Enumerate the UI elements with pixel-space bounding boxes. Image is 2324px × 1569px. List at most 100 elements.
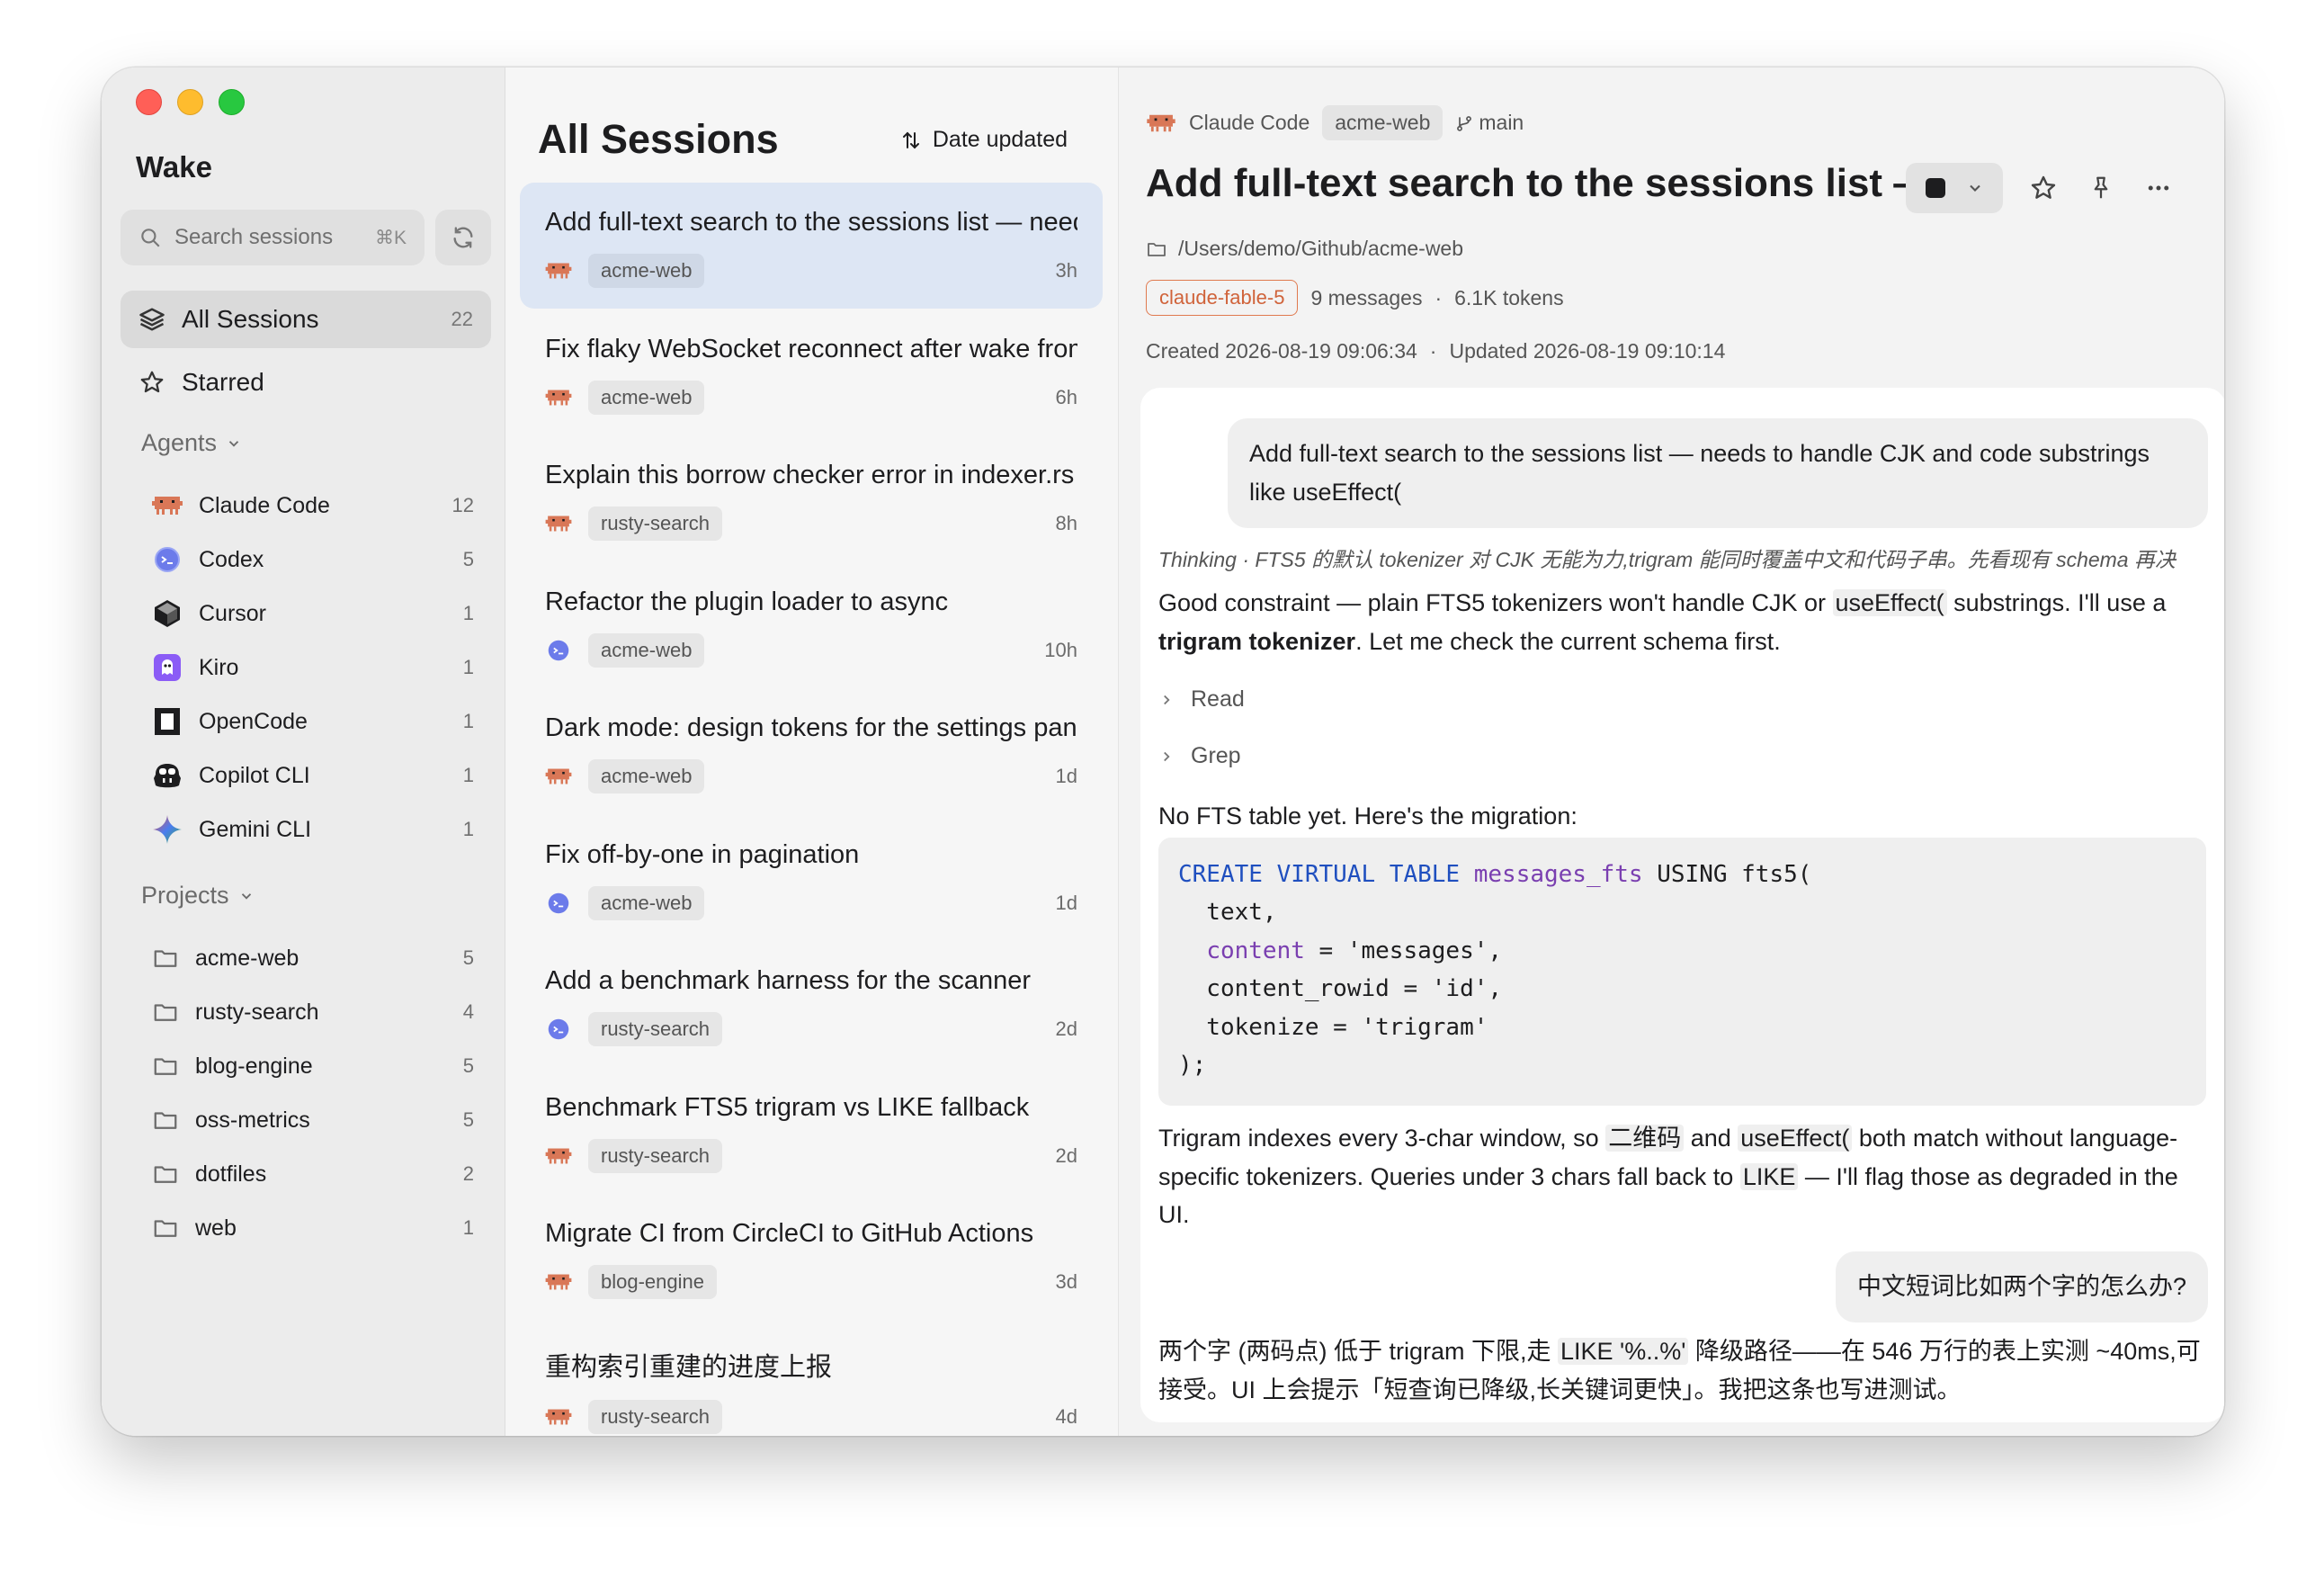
- inline-code: LIKE '%..%': [1558, 1338, 1689, 1365]
- search-input[interactable]: Search sessions ⌘K: [121, 210, 425, 265]
- session-item[interactable]: Migrate CI from CircleCI to GitHub Actio…: [520, 1194, 1103, 1320]
- project-count: 1: [462, 1216, 474, 1239]
- session-item-title: 重构索引重建的进度上报: [545, 1352, 833, 1382]
- breadcrumb-agent[interactable]: Claude Code: [1189, 111, 1309, 135]
- agent-label: Cursor: [199, 600, 267, 626]
- project-item-acme-web[interactable]: acme-web 5: [152, 937, 474, 979]
- folder-icon: [154, 1058, 177, 1075]
- project-item-oss-metrics[interactable]: oss-metrics 5: [152, 1099, 474, 1141]
- code-text: USING fts5(: [1642, 861, 1812, 888]
- model-badge: claude-fable-5: [1146, 280, 1299, 316]
- breadcrumb: Claude Code acme-web main: [1146, 105, 1524, 140]
- session-item[interactable]: Fix off-by-one in pagination acme-web 1d: [520, 815, 1103, 941]
- project-label: oss-metrics: [195, 1107, 310, 1133]
- claude-code-icon: [545, 1143, 572, 1170]
- agent-item-claude-code[interactable]: Claude Code 12: [152, 485, 474, 526]
- agent-count: 1: [462, 656, 474, 678]
- star-button[interactable]: [2026, 171, 2060, 205]
- claude-code-icon: [545, 1403, 572, 1430]
- session-item[interactable]: Dark mode: design tokens for the setting…: [520, 688, 1103, 814]
- cursor-icon: [152, 598, 183, 629]
- projects-section-toggle[interactable]: Projects: [141, 882, 255, 910]
- sort-arrows-icon: [902, 131, 919, 148]
- agent-item-opencode[interactable]: OpenCode 1: [152, 701, 474, 742]
- text: Good constraint — plain FTS5 tokenizers …: [1158, 589, 1833, 616]
- inline-code: useEffect(: [1832, 589, 1947, 616]
- nav-starred[interactable]: Starred: [121, 354, 491, 411]
- session-item-title: Fix off-by-one in pagination: [545, 839, 860, 869]
- more-options-button[interactable]: [2141, 171, 2176, 205]
- agent-item-kiro[interactable]: Kiro 1: [152, 647, 474, 688]
- pin-button[interactable]: [2084, 171, 2118, 205]
- pin-icon: [2094, 176, 2108, 199]
- project-item-blog-engine[interactable]: blog-engine 5: [152, 1045, 474, 1087]
- open-in-terminal-split-button[interactable]: [1906, 163, 2003, 213]
- gemini-icon: [152, 814, 183, 845]
- agent-item-copilot-cli[interactable]: Copilot CLI 1: [152, 755, 474, 796]
- sort-button[interactable]: Date updated: [900, 127, 1068, 153]
- codex-icon: [152, 544, 183, 575]
- project-label: acme-web: [195, 945, 299, 971]
- session-item-title: Refactor the plugin loader to async: [545, 587, 949, 616]
- code-text: = 'messages',: [1304, 937, 1503, 964]
- session-item-time: 10h: [1044, 638, 1077, 661]
- session-item[interactable]: 重构索引重建的进度上报 rusty-search 4d: [520, 1321, 1103, 1437]
- star-icon: [2031, 175, 2056, 199]
- agent-item-codex[interactable]: Codex 5: [152, 539, 474, 580]
- session-item-time: 1d: [1055, 765, 1077, 787]
- chevron-down-icon: [228, 440, 239, 447]
- session-item[interactable]: Fix flaky WebSocket reconnect after wake…: [520, 309, 1103, 435]
- code-block[interactable]: CREATE VIRTUAL TABLE messages_fts USING …: [1158, 838, 2206, 1106]
- agent-item-cursor[interactable]: Cursor 1: [152, 593, 474, 634]
- text: Trigram indexes every 3-char window, so: [1158, 1125, 1606, 1152]
- project-label: blog-engine: [195, 1053, 313, 1079]
- kiro-icon: [152, 652, 183, 683]
- session-item-meta: rusty-search 8h: [545, 507, 1077, 541]
- thinking-block[interactable]: Thinking · FTS5 的默认 tokenizer 对 CJK 无能为力…: [1158, 542, 2211, 573]
- session-item[interactable]: Add a benchmark harness for the scanner r…: [520, 941, 1103, 1067]
- session-stats: claude-fable-5 9 messages · 6.1K tokens: [1146, 280, 1564, 316]
- refresh-button[interactable]: [435, 210, 491, 265]
- app-title: Wake: [136, 150, 212, 184]
- code-text: content_rowid = 'id',: [1178, 975, 1503, 1003]
- agent-count: 1: [462, 818, 474, 840]
- codex-icon: [545, 637, 572, 664]
- tool-call-read[interactable]: Read: [1158, 686, 1245, 713]
- assistant-message: 两个字 (两码点) 低于 trigram 下限,走 LIKE '%..%' 降级…: [1158, 1332, 2202, 1409]
- close-window-button[interactable]: [136, 89, 162, 115]
- window-controls: [136, 89, 245, 115]
- minimize-window-button[interactable]: [177, 89, 203, 115]
- breadcrumb-project[interactable]: acme-web: [1322, 105, 1444, 140]
- project-count: 5: [462, 1054, 474, 1077]
- tool-call-grep[interactable]: Grep: [1158, 743, 1241, 769]
- session-item[interactable]: Benchmark FTS5 trigram vs LIKE fallback r…: [520, 1068, 1103, 1194]
- user-message: Add full-text search to the sessions lis…: [1228, 418, 2208, 529]
- app-window: Wake Search sessions ⌘K All Sessions 22 …: [102, 67, 2224, 1436]
- session-item-project: acme-web: [588, 759, 705, 793]
- session-list-panel: All Sessions Date updated Add full-text …: [505, 67, 1119, 1436]
- code-identifier: messages_fts: [1473, 861, 1643, 888]
- session-item[interactable]: Add full-text search to the sessions lis…: [520, 183, 1103, 309]
- claude-code-icon: [545, 384, 572, 411]
- session-item-time: 6h: [1055, 385, 1077, 408]
- chevron-down-icon[interactable]: [1966, 179, 1984, 197]
- conversation-view[interactable]: Add full-text search to the sessions lis…: [1140, 388, 2224, 1422]
- stack-icon: [139, 308, 165, 331]
- session-item[interactable]: Refactor the plugin loader to async acme-…: [520, 562, 1103, 688]
- project-item-rusty-search[interactable]: rusty-search 4: [152, 991, 474, 1033]
- agent-item-gemini-cli[interactable]: Gemini CLI 1: [152, 809, 474, 850]
- agent-label: Gemini CLI: [199, 816, 312, 842]
- session-item-title: Explain this borrow checker error in ind…: [545, 461, 1075, 489]
- zoom-window-button[interactable]: [219, 89, 245, 115]
- text: . Let me check the current schema first.: [1355, 627, 1781, 655]
- session-item[interactable]: Explain this borrow checker error in ind…: [520, 435, 1103, 561]
- nav-all-sessions[interactable]: All Sessions 22: [121, 291, 491, 348]
- session-item-title: Add full-text search to the sessions lis…: [545, 208, 1077, 237]
- project-item-web[interactable]: web 1: [152, 1207, 474, 1249]
- agents-heading: Agents: [141, 429, 218, 456]
- project-item-dotfiles[interactable]: dotfiles 2: [152, 1153, 474, 1195]
- agents-section-toggle[interactable]: Agents: [141, 429, 242, 457]
- session-item-title: Dark mode: design tokens for the setting…: [545, 713, 1077, 742]
- search-icon: [141, 229, 160, 247]
- search-shortcut: ⌘K: [374, 227, 407, 248]
